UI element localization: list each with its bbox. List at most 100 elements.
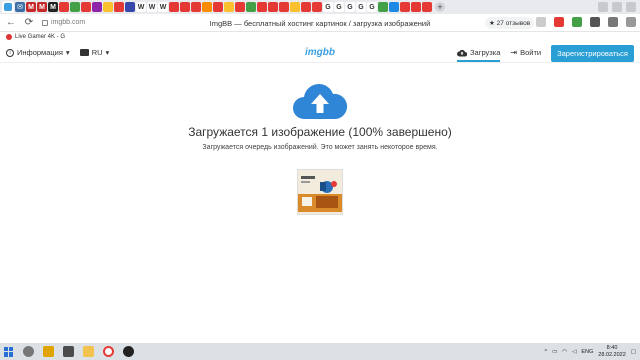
close-icon[interactable] [626, 2, 636, 12]
tab-generic[interactable] [103, 2, 113, 12]
bookmark-favicon-icon [6, 34, 12, 40]
caret-down-icon: ▾ [65, 48, 70, 57]
tab-generic[interactable] [411, 2, 421, 12]
extension-icons [536, 17, 636, 27]
tab-generic[interactable] [235, 2, 245, 12]
caret-down-icon: ▾ [105, 48, 110, 57]
extension-icon[interactable] [590, 17, 600, 27]
tab-generic[interactable] [213, 2, 223, 12]
info-menu[interactable]: i Информация ▾ [6, 48, 70, 57]
reviews-badge[interactable]: ★ 27 отзывов [485, 17, 535, 29]
language-label: RU [91, 48, 103, 57]
tab-generic[interactable] [59, 2, 69, 12]
login-icon: ⇥ [510, 48, 518, 57]
notifications-icon[interactable]: ▢ [631, 349, 636, 355]
register-button[interactable]: Зарегистрироваться [551, 45, 634, 62]
tab-g[interactable]: G [356, 2, 366, 12]
address-bar: ← ⟳ imgbb.com ImgBB — бесплатный хостинг… [0, 14, 640, 32]
bookmarks-bar: Live Gamer 4K - G [0, 32, 640, 42]
back-icon[interactable]: ← [4, 16, 18, 30]
tab-generic[interactable] [389, 2, 399, 12]
tab-generic[interactable] [169, 2, 179, 12]
tab-generic[interactable] [202, 2, 212, 12]
tray-chevron-icon[interactable]: ^ [545, 349, 548, 355]
recording-app-icon[interactable] [123, 346, 134, 357]
upload-label: Загрузка [470, 48, 501, 57]
clock[interactable]: 8:40 28.02.2022 [598, 345, 626, 358]
language-menu[interactable]: RU ▾ [79, 48, 110, 57]
tab-m[interactable]: M [26, 2, 36, 12]
network-icon[interactable]: ◠ [562, 349, 567, 355]
tab-g[interactable]: G [345, 2, 355, 12]
upload-link[interactable]: Загрузка [457, 48, 501, 62]
taskbar: ^ ▭ ◠ ◁ ENG 8:40 28.02.2022 ▢ [0, 343, 640, 360]
download-icon[interactable] [626, 17, 636, 27]
tab-w[interactable]: W [136, 2, 146, 12]
info-label: Информация [17, 48, 63, 57]
bookmark-item[interactable]: Live Gamer 4K - G [15, 34, 65, 40]
tab-generic[interactable] [125, 2, 135, 12]
window-controls [598, 2, 640, 12]
tab-m[interactable]: M [37, 2, 47, 12]
tab-generic[interactable] [70, 2, 80, 12]
login-link[interactable]: ⇥ Войти [510, 48, 541, 62]
tab-generic[interactable] [378, 2, 388, 12]
tab-generic[interactable] [301, 2, 311, 12]
app-icon[interactable] [43, 346, 54, 357]
tab-generic[interactable] [224, 2, 234, 12]
new-tab-button[interactable]: + [435, 2, 445, 12]
tab-g[interactable]: G [367, 2, 377, 12]
app-icon[interactable] [63, 346, 74, 357]
thumbnail-graphic [298, 170, 342, 214]
tab-m[interactable]: M [48, 2, 58, 12]
tab-generic[interactable] [422, 2, 432, 12]
tab-generic[interactable] [92, 2, 102, 12]
tab-w[interactable]: W [158, 2, 168, 12]
file-explorer-icon[interactable] [83, 346, 94, 357]
lock-icon [42, 19, 48, 26]
shield-check-icon[interactable] [572, 17, 582, 27]
tab-generic[interactable] [279, 2, 289, 12]
clock-date: 28.02.2022 [598, 351, 626, 358]
tab-generic[interactable] [312, 2, 322, 12]
bookmark-icon[interactable] [536, 17, 546, 27]
tab-generic[interactable] [191, 2, 201, 12]
yandex-browser-icon[interactable] [103, 346, 114, 357]
upload-panel: Загружается 1 изображение (100% завершен… [0, 63, 640, 343]
tab-w[interactable]: W [147, 2, 157, 12]
uploaded-image-thumbnail[interactable] [297, 169, 343, 215]
tab-generic[interactable] [180, 2, 190, 12]
battery-icon[interactable]: ▭ [552, 349, 557, 355]
windows-start-icon[interactable] [4, 346, 14, 357]
volume-icon[interactable]: ◁ [572, 349, 576, 355]
tab-generic[interactable] [257, 2, 267, 12]
shield-icon[interactable] [554, 17, 564, 27]
reload-icon[interactable]: ⟳ [22, 16, 36, 30]
minimize-icon[interactable] [598, 2, 608, 12]
tab-generic[interactable] [81, 2, 91, 12]
search-icon[interactable] [23, 346, 34, 357]
url-text[interactable]: imgbb.com [51, 19, 85, 26]
upload-status-heading: Загружается 1 изображение (100% завершен… [188, 125, 452, 139]
tab-strip: ✉ M M M W W W G G G G G + [0, 0, 640, 14]
tab-generic[interactable] [268, 2, 278, 12]
maximize-icon[interactable] [612, 2, 622, 12]
language-indicator[interactable]: ENG [581, 349, 593, 355]
tab-generic[interactable] [290, 2, 300, 12]
menu-icon[interactable] [608, 17, 618, 27]
login-label: Войти [520, 48, 542, 57]
tab-imgbb[interactable] [2, 1, 14, 13]
imgbb-logo[interactable]: imgbb [305, 47, 335, 58]
tab-g[interactable]: G [323, 2, 333, 12]
page-title: ImgBB — бесплатный хостинг картинок / за… [209, 19, 431, 28]
tab-generic[interactable] [246, 2, 256, 12]
system-tray: ^ ▭ ◠ ◁ ENG 8:40 28.02.2022 ▢ [545, 345, 637, 358]
tab-generic[interactable] [400, 2, 410, 12]
cloud-upload-icon [457, 49, 468, 56]
tab-mail[interactable]: ✉ [15, 2, 25, 12]
upload-status-subheading: Загружается очередь изображений. Это мож… [202, 144, 438, 151]
url-field[interactable]: imgbb.com [42, 19, 85, 26]
tab-generic[interactable] [114, 2, 124, 12]
tab-g[interactable]: G [334, 2, 344, 12]
cloud-upload-icon [293, 84, 348, 119]
